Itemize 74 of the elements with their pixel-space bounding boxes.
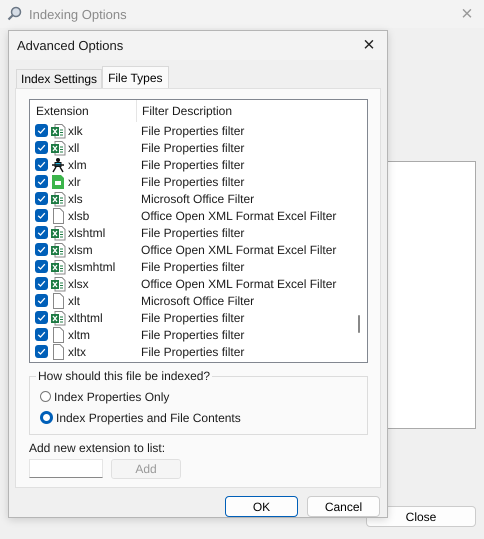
checkbox[interactable] — [35, 124, 48, 137]
extension-input-field[interactable] — [29, 459, 103, 478]
add-extension-label: Add new extension to list: — [29, 441, 166, 455]
radio-button[interactable] — [40, 411, 53, 424]
checkbox[interactable] — [35, 328, 48, 341]
filter-text: File Properties filter — [140, 226, 244, 240]
extension-text: xlsmhtml — [68, 260, 116, 274]
checkbox[interactable] — [35, 226, 48, 239]
checkbox[interactable] — [35, 141, 48, 154]
extension-text: xlr — [68, 174, 81, 188]
group-title: How should this file be indexed? — [37, 369, 212, 383]
blank-file-icon — [50, 292, 66, 308]
filter-text: File Properties filter — [140, 158, 244, 172]
tab[interactable]: File Types — [102, 66, 169, 88]
filter-text: Microsoft Office Filter — [140, 192, 254, 206]
spreadsheet-file-icon — [50, 310, 66, 326]
filter-text: File Properties filter — [140, 174, 244, 188]
filter-text: File Properties filter — [140, 310, 244, 324]
extension-text: xlk — [68, 124, 83, 138]
checkbox[interactable] — [35, 277, 48, 290]
column-header[interactable]: Filter Description — [136, 100, 232, 122]
extension-text: xlshtml — [68, 226, 106, 240]
search-icon — [7, 6, 23, 22]
filter-text: File Properties filter — [140, 344, 244, 358]
close-button[interactable]: × — [351, 34, 387, 57]
filter-text: File Properties filter — [140, 328, 244, 342]
spreadsheet-file-icon — [50, 224, 66, 240]
checkbox[interactable] — [35, 209, 48, 222]
filter-text: File Properties filter — [140, 140, 244, 154]
extension-text: xlsm — [68, 242, 93, 256]
checkbox[interactable] — [35, 260, 48, 273]
filter-text: File Properties filter — [140, 124, 244, 138]
spreadsheet-file-icon — [50, 258, 66, 274]
checkbox[interactable] — [35, 243, 48, 256]
option-label: Index Properties and File Contents — [56, 410, 241, 424]
cancel-button[interactable]: Cancel — [307, 496, 380, 517]
setup-figure-icon — [50, 156, 66, 172]
filter-text: Office Open XML Format Excel Filter — [140, 242, 336, 256]
filter-text: Microsoft Office Filter — [140, 294, 254, 308]
checkbox[interactable] — [35, 311, 48, 324]
spreadsheet-file-icon — [50, 242, 66, 258]
extension-text: xltm — [68, 328, 90, 342]
extension-text: xll — [68, 140, 80, 154]
spreadsheet-file-icon — [50, 140, 66, 156]
extension-text: xltx — [68, 344, 86, 358]
ok-button[interactable]: OK — [225, 496, 298, 517]
window-title: Indexing Options — [29, 6, 127, 22]
filter-text: File Properties filter — [140, 260, 244, 274]
spreadsheet-file-icon — [50, 122, 66, 138]
radio-button[interactable] — [40, 391, 51, 402]
column-header[interactable]: Extension — [30, 104, 136, 118]
extension-text: xlsx — [68, 276, 89, 290]
scrollbar-thumb[interactable] — [358, 315, 360, 333]
worksheet-file-icon — [50, 174, 66, 190]
checkbox[interactable] — [35, 175, 48, 188]
checkbox[interactable] — [35, 192, 48, 205]
extension-text: xlt — [68, 294, 80, 308]
filter-text: Office Open XML Format Excel Filter — [140, 276, 336, 290]
extension-text: xlsb — [68, 208, 90, 222]
dialog-title: Advanced Options — [17, 38, 124, 53]
checkbox[interactable] — [35, 294, 48, 307]
filter-text: Office Open XML Format Excel Filter — [140, 208, 336, 222]
blank-file-icon — [50, 208, 66, 224]
option-label: Index Properties Only — [54, 390, 170, 404]
extension-text: xls — [68, 192, 83, 206]
spreadsheet-file-icon — [50, 190, 66, 206]
checkbox[interactable] — [35, 345, 48, 358]
checkbox[interactable] — [35, 158, 48, 171]
spreadsheet-file-icon — [50, 276, 66, 292]
tab[interactable]: Index Settings — [16, 69, 102, 88]
extension-text: xlm — [68, 158, 87, 172]
blank-file-icon — [50, 326, 66, 342]
extension-text: xlthtml — [68, 310, 103, 324]
blank-file-icon — [50, 344, 66, 360]
